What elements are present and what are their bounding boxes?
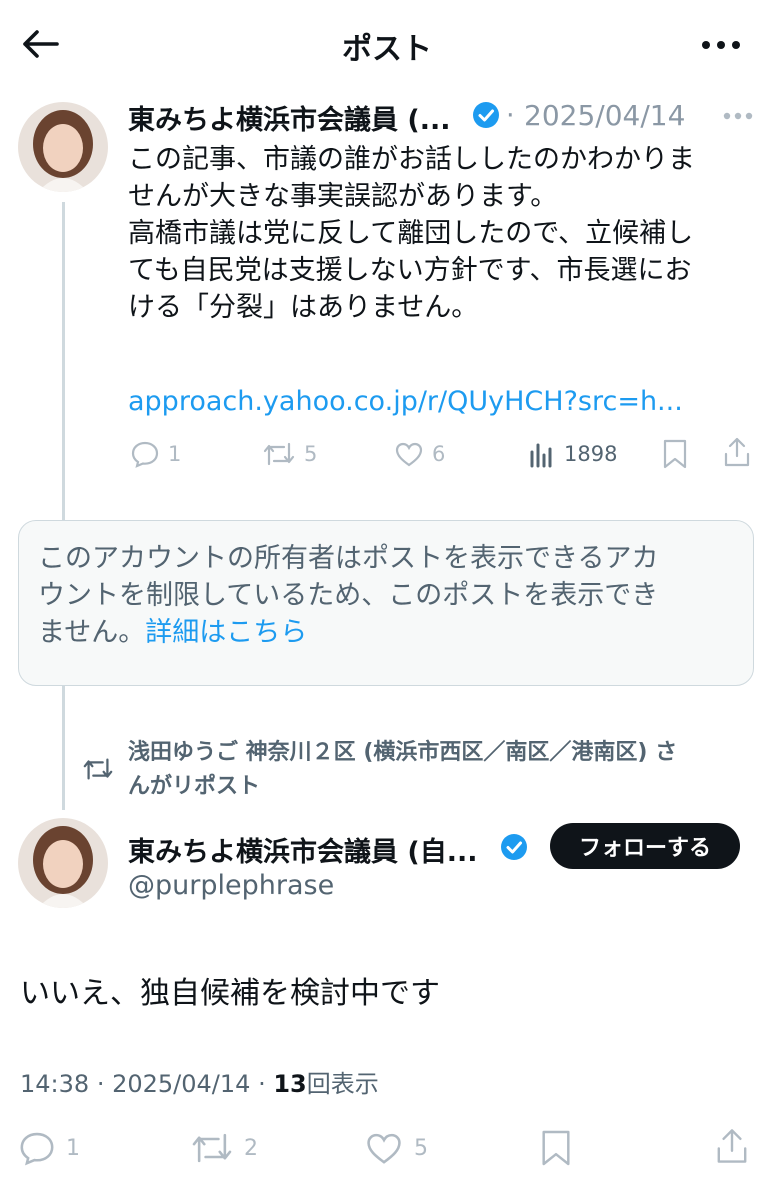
restricted-notice-text: このアカウントの所有者はポストを表示できるアカ ウントを制限しているため、このポ… xyxy=(38,540,738,651)
post-text: この記事、市議の誰がお話ししたのかわかりま せんが大きな事実誤認があります。 高… xyxy=(128,141,758,326)
repost-count: 5 xyxy=(304,442,318,466)
reply-count: 1 xyxy=(66,1135,80,1161)
views-icon xyxy=(530,443,552,468)
notice-line: ません。 xyxy=(38,617,146,648)
follow-button[interactable]: フォローする xyxy=(550,823,740,869)
reply-count: 1 xyxy=(168,442,182,466)
post-date[interactable]: 2025/04/14 xyxy=(524,99,685,132)
page-title: ポスト xyxy=(342,32,432,67)
reply-button[interactable]: 1 xyxy=(130,440,181,468)
separator: · xyxy=(506,100,515,131)
views-label: 回表示 xyxy=(306,1070,379,1098)
post-text-line: ても自民党は支援しない方針です、市長選にお xyxy=(128,255,692,286)
avatar[interactable] xyxy=(18,818,108,908)
repost-context-line: んがリポスト xyxy=(128,774,261,799)
post-link[interactable]: approach.yahoo.co.jp/r/QUyHCH?src=h... xyxy=(128,386,683,417)
verified-badge-icon xyxy=(500,833,528,861)
like-button[interactable]: 5 xyxy=(364,1130,428,1166)
post-date[interactable]: 2025/04/14 xyxy=(112,1070,250,1098)
thread-line xyxy=(62,202,65,520)
separator: · xyxy=(96,1070,105,1098)
reply-button[interactable]: 1 xyxy=(18,1130,80,1166)
post-text-line: せんが大きな事実誤認があります。 xyxy=(128,181,558,212)
repost-context[interactable]: 浅田ゆうご 神奈川２区 (横浜市西区／南区／港南区) さ んがリポスト xyxy=(128,736,758,804)
like-count: 6 xyxy=(432,442,446,466)
bookmark-icon[interactable] xyxy=(540,1128,572,1172)
views-button[interactable]: 1898 xyxy=(528,440,617,468)
post-text: いいえ、独自候補を検討中です xyxy=(20,976,440,1011)
repost-button[interactable]: 5 xyxy=(262,440,317,468)
post-time[interactable]: 14:38 xyxy=(20,1070,89,1098)
repost-button[interactable]: 2 xyxy=(190,1130,258,1166)
repost-icon xyxy=(82,755,114,787)
notice-line-last: ません。詳細はこちら xyxy=(38,614,738,651)
author-name[interactable]: 東みちよ横浜市会議員 (自... xyxy=(128,830,478,869)
like-count: 5 xyxy=(414,1135,428,1161)
reply-icon xyxy=(20,1132,54,1166)
author-name[interactable]: 東みちよ横浜市会議員 (... xyxy=(128,98,451,137)
separator: · xyxy=(258,1070,266,1098)
views-count: 13 xyxy=(273,1070,307,1098)
notice-line: ウントを制限しているため、このポストを表示でき xyxy=(38,580,659,611)
post-text-line: この記事、市議の誰がお話ししたのかわかりま xyxy=(128,144,695,175)
repost-count: 2 xyxy=(244,1135,258,1161)
share-icon[interactable] xyxy=(722,436,752,472)
avatar[interactable] xyxy=(18,102,108,192)
heart-icon xyxy=(395,442,423,467)
notice-line: このアカウントの所有者はポストを表示できるアカ xyxy=(38,543,659,574)
more-options-icon[interactable] xyxy=(696,28,746,62)
share-icon[interactable] xyxy=(714,1126,750,1170)
like-button[interactable]: 6 xyxy=(394,440,445,468)
repost-icon xyxy=(263,442,295,466)
post-text-line: 高橋市議は党に反して離団したので、立候補し xyxy=(128,218,694,249)
bookmark-icon[interactable] xyxy=(662,438,688,474)
repost-icon xyxy=(192,1133,232,1163)
details-link[interactable]: 詳細はこちら xyxy=(145,617,307,648)
repost-context-line: 浅田ゆうご 神奈川２区 (横浜市西区／南区／港南区) さ xyxy=(128,740,678,765)
reply-icon xyxy=(131,441,159,468)
post-text-line: ける「分裂」はありません。 xyxy=(128,292,479,323)
heart-icon xyxy=(367,1133,401,1164)
thread-line xyxy=(62,686,65,810)
views-count: 1898 xyxy=(564,442,618,466)
post-meta: 14:38 · 2025/04/14 · 13回表示 xyxy=(20,1064,379,1099)
author-handle[interactable]: @purplephrase xyxy=(128,870,334,901)
more-options-icon[interactable] xyxy=(718,106,758,126)
verified-badge-icon xyxy=(472,101,500,129)
